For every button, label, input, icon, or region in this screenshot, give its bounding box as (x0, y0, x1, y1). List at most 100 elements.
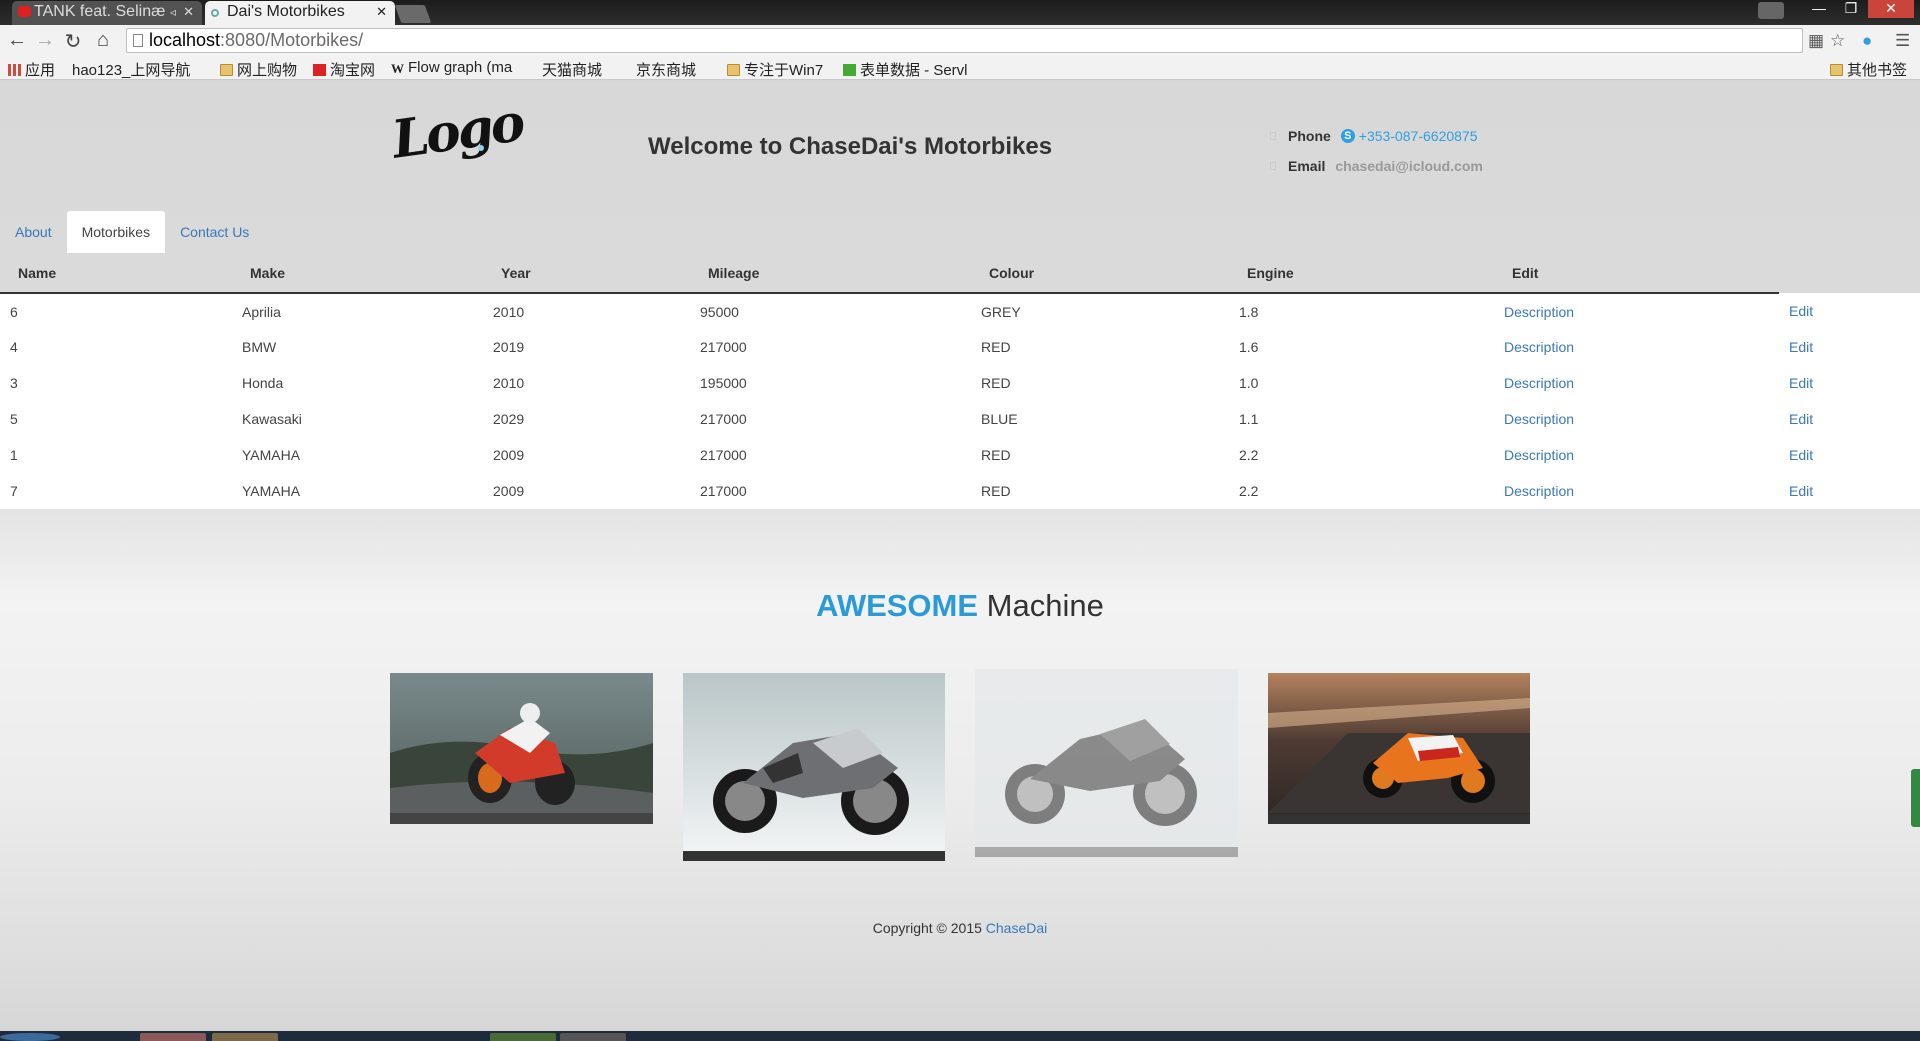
table-row: 3 Honda 2010 195000 RED 1.0 Description … (0, 365, 1920, 401)
cell-make: YAMAHA (242, 447, 301, 463)
site-logo[interactable]: Logo (388, 92, 526, 171)
bookmark-shopping[interactable]: 网上购物 (220, 59, 297, 80)
cell-name: 4 (10, 339, 18, 355)
tab-about[interactable]: About (0, 211, 67, 253)
column-header-colour[interactable]: Colour (971, 253, 1229, 294)
motorbike-photo-repsol[interactable] (1268, 673, 1530, 824)
showcase-title-highlight: AWESOME (816, 588, 979, 623)
window-close-button[interactable]: ✕ (1868, 0, 1914, 18)
taskbar-app-green[interactable] (490, 1033, 556, 1041)
folder-icon (1830, 64, 1843, 76)
cell-year: 2009 (493, 483, 525, 499)
bookmark-other[interactable]: 其他书签 (1830, 59, 1907, 80)
cell-name: 6 (10, 303, 18, 320)
cell-engine: 1.1 (1239, 411, 1259, 427)
cell-mileage: 217000 (700, 339, 747, 355)
email-row: Email chasedai@icloud.com (1270, 151, 1483, 181)
close-icon[interactable]: ✕ (183, 1, 194, 23)
star-icon[interactable]: ☆ (1830, 31, 1845, 51)
folder-icon (220, 64, 233, 76)
skype-extension-icon[interactable]: ● (1862, 31, 1872, 51)
description-link[interactable]: Description (1494, 365, 1779, 401)
cell-make: Aprilia (242, 303, 281, 320)
bookmark-servlet[interactable]: 表单数据 - Servl (843, 59, 968, 80)
forward-arrow-icon[interactable]: → (32, 29, 58, 52)
cell-year: 2010 (493, 303, 525, 320)
table-row: 6 Aprilia 2010 95000 GREY 1.8 Descriptio… (0, 293, 1920, 329)
bookmark-win7[interactable]: 专注于Win7 (727, 59, 823, 80)
bookmark-hao123[interactable]: hao123_上网导航 (72, 59, 191, 152)
cell-mileage: 217000 (700, 447, 747, 463)
new-tab-button[interactable] (394, 5, 432, 23)
footer-brand-link[interactable]: ChaseDai (986, 920, 1047, 936)
cell-year: 2009 (493, 447, 525, 463)
speaker-icon[interactable]: ◃ (170, 1, 176, 23)
motorbike-photo-racing[interactable] (390, 673, 653, 824)
description-link[interactable]: Description (1494, 401, 1779, 437)
column-header-engine[interactable]: Engine (1229, 253, 1494, 294)
description-link[interactable]: Description (1494, 293, 1779, 329)
bookmark-taobao[interactable]: 淘宝网 (313, 59, 375, 80)
cell-make: Honda (242, 375, 284, 391)
edit-link[interactable]: Edit (1779, 293, 1920, 329)
reload-icon[interactable]: ↻ (60, 29, 86, 54)
column-header-year[interactable]: Year (483, 253, 690, 294)
cell-mileage: 195000 (700, 375, 747, 391)
address-bar[interactable]: localhost:8080/Motorbikes/ (126, 28, 1803, 53)
edit-link[interactable]: Edit (1779, 437, 1920, 473)
menu-icon[interactable]: ☰ (1895, 31, 1910, 51)
tab-motorbikes[interactable]: Dai's Motorbikes ✕ (205, 1, 395, 25)
maximize-button[interactable]: ❐ (1836, 0, 1866, 18)
edit-link[interactable]: Edit (1779, 473, 1920, 509)
description-link[interactable]: Description (1494, 329, 1779, 365)
email-link[interactable]: chasedai@icloud.com (1335, 158, 1482, 174)
bookmark-label: Flow graph (ma (408, 59, 513, 76)
main-nav: About Motorbikes Contact Us (0, 211, 264, 253)
column-header-make[interactable]: Make (232, 253, 483, 294)
cell-year: 2019 (493, 339, 525, 355)
youtube-icon (18, 6, 31, 17)
url-host: localhost (149, 30, 221, 50)
description-link[interactable]: Description (1494, 437, 1779, 473)
minimize-button[interactable]: — (1804, 0, 1834, 18)
home-icon[interactable]: ⌂ (90, 29, 116, 52)
form-icon (843, 64, 856, 76)
email-label: Email (1288, 158, 1326, 174)
bookmark-tmall[interactable]: 天猫商城 (542, 59, 602, 152)
cell-year: 2010 (493, 375, 525, 391)
motorbike-photo-silver[interactable] (683, 673, 945, 861)
user-profile-icon[interactable] (1758, 2, 1784, 19)
start-button[interactable] (0, 1033, 60, 1041)
description-link[interactable]: Description (1494, 473, 1779, 509)
edit-link[interactable]: Edit (1779, 365, 1920, 401)
taskbar-app-chrome[interactable] (140, 1033, 206, 1041)
column-header-mileage[interactable]: Mileage (690, 253, 971, 294)
motorbike-photo-grey[interactable] (975, 669, 1238, 857)
tab-youtube[interactable]: TANK feat. Selinæ ◃ ✕ (12, 1, 202, 25)
column-header-edit[interactable]: Edit (1494, 253, 1779, 294)
cell-engine: 2.2 (1239, 483, 1259, 499)
tab-contact-us[interactable]: Contact Us (165, 211, 264, 253)
bookmark-label: hao123_上网导航 (72, 62, 191, 79)
taskbar-app-explorer[interactable] (212, 1033, 278, 1041)
close-icon[interactable]: ✕ (376, 1, 387, 23)
translate-icon[interactable]: ▦ (1808, 31, 1824, 51)
phone-link[interactable]: +353-087-6620875 (1359, 128, 1478, 144)
bookmark-apps[interactable]: 应用 (8, 59, 55, 80)
cell-colour: RED (981, 375, 1011, 391)
side-widget-tab[interactable] (1911, 769, 1920, 827)
tab-motorbikes[interactable]: Motorbikes (66, 211, 166, 253)
cell-colour: RED (981, 339, 1011, 355)
tab-title: Dai's Motorbikes (227, 3, 345, 20)
column-header-name[interactable]: Name (0, 253, 232, 294)
bookmarks-bar: 应用 hao123_上网导航 网上购物 淘宝网 W Flow graph (ma … (0, 56, 1920, 152)
bookmark-jd[interactable]: 京东商城 (636, 59, 696, 152)
bookmark-flow-graph[interactable]: W Flow graph (ma (391, 59, 512, 77)
edit-link[interactable]: Edit (1779, 401, 1920, 437)
copyright-text: Copyright © 2015 (872, 920, 986, 936)
showcase-title-rest: Machine (978, 588, 1104, 623)
edit-link[interactable]: Edit (1779, 329, 1920, 365)
taskbar-app-tools[interactable] (560, 1033, 626, 1041)
taobao-icon (313, 64, 326, 76)
back-arrow-icon[interactable]: ← (4, 29, 30, 52)
